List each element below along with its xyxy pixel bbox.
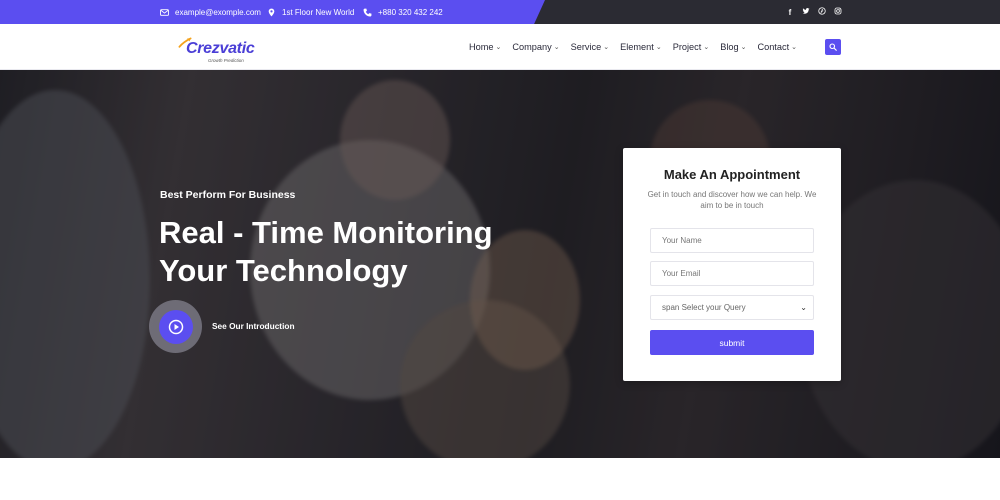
menu-item-home[interactable]: Home ⌄ — [469, 42, 501, 52]
twitter-icon[interactable] — [802, 7, 810, 17]
top-bar: example@exomple.com 1st Floor New World … — [0, 0, 1000, 24]
form-description: Get in touch and discover how we can hel… — [647, 190, 817, 210]
social-links: f — [786, 0, 842, 24]
chevron-down-icon: ⌄ — [791, 44, 797, 51]
email-text: example@exomple.com — [175, 7, 261, 17]
form-title: Make An Appointment — [663, 167, 801, 182]
logo-text: Crezvatic — [186, 40, 255, 57]
email-input[interactable] — [650, 261, 814, 286]
chevron-down-icon: ⌄ — [740, 44, 747, 51]
menu-label: Home — [469, 42, 494, 52]
submit-button[interactable]: submit — [650, 330, 814, 355]
menu-item-service[interactable]: Service ⌄ — [571, 42, 610, 52]
chevron-down-icon: ⌄ — [603, 44, 610, 51]
phone-text: +880 320 432 242 — [378, 7, 443, 17]
hero-title: Real - Time Monitoring Your Technology — [159, 215, 493, 288]
map-pin-icon — [268, 8, 275, 16]
chevron-down-icon: ⌄ — [495, 44, 502, 51]
address-contact: 1st Floor New World — [267, 0, 354, 24]
page-bottom-strip — [0, 458, 1000, 500]
menu-label: Company — [512, 42, 552, 52]
phone-contact[interactable]: +880 320 432 242 — [363, 0, 443, 24]
menu-item-contact[interactable]: Contact ⌄ — [757, 42, 797, 52]
menu-label: Service — [570, 42, 602, 52]
video-label[interactable]: See Our Introduction — [212, 321, 295, 331]
phone-icon — [363, 8, 372, 16]
appointment-form: Make An Appointment Get in touch and dis… — [623, 148, 841, 381]
menu-label: Project — [672, 42, 702, 52]
search-icon — [829, 43, 837, 51]
name-input[interactable] — [650, 228, 814, 253]
chevron-down-icon: ⌄ — [800, 303, 807, 312]
menu-item-blog[interactable]: Blog ⌄ — [720, 42, 746, 52]
address-text: 1st Floor New World — [282, 7, 355, 17]
chevron-down-icon: ⌄ — [655, 44, 662, 51]
query-select[interactable]: span Select your Query ⌄ — [650, 295, 814, 320]
search-button[interactable] — [825, 39, 841, 55]
play-icon — [168, 319, 183, 334]
menu-label: Contact — [757, 42, 790, 52]
menu-item-company[interactable]: Company ⌄ — [512, 42, 559, 52]
pinterest-icon[interactable] — [818, 7, 826, 17]
menu-item-project[interactable]: Project ⌄ — [673, 42, 709, 52]
logo-tagline: Growth Prediction — [208, 58, 244, 63]
hero-section: Best Perform For Business Real - Time Mo… — [0, 70, 1000, 458]
video-play-button[interactable] — [149, 300, 202, 353]
instagram-icon[interactable] — [834, 7, 842, 17]
site-logo[interactable]: Crezvatic Growth Prediction — [176, 32, 256, 64]
facebook-icon[interactable]: f — [786, 8, 794, 17]
chevron-down-icon: ⌄ — [703, 44, 710, 51]
hero-subtitle: Best Perform For Business — [160, 189, 296, 201]
envelope-icon — [160, 8, 169, 16]
main-menu: Home ⌄ Company ⌄ Service ⌄ Element ⌄ Project… — [469, 24, 797, 70]
menu-label: Element — [620, 42, 654, 52]
email-contact[interactable]: example@exomple.com — [160, 0, 261, 24]
query-select-value: span Select your Query — [662, 303, 746, 312]
main-navbar: Crezvatic Growth Prediction Home ⌄ Compan… — [0, 24, 1000, 70]
chevron-down-icon: ⌄ — [553, 44, 560, 51]
menu-label: Blog — [720, 42, 739, 52]
play-button-inner — [158, 309, 193, 344]
menu-item-element[interactable]: Element ⌄ — [620, 42, 662, 52]
